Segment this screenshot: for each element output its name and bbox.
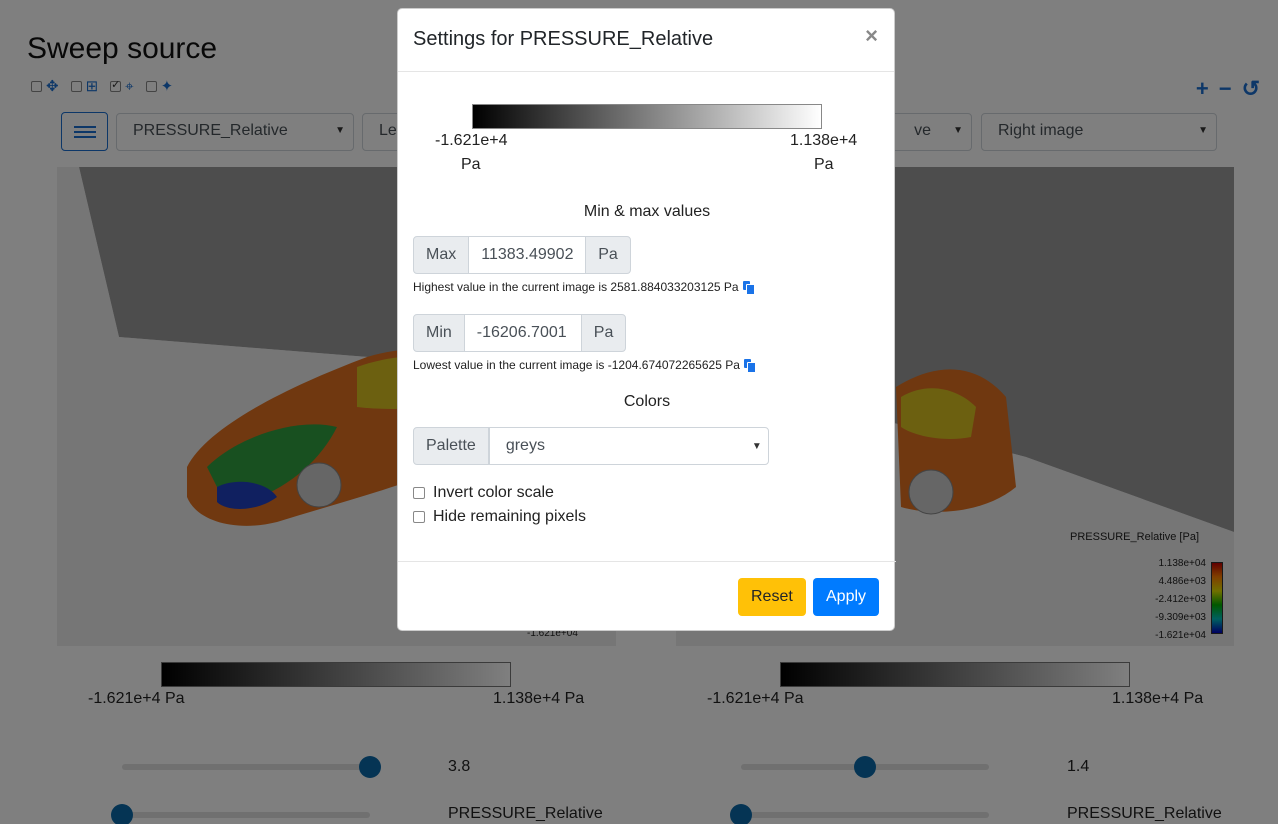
hide-remaining-pixels-label: Hide remaining pixels	[433, 508, 586, 525]
hide-remaining-pixels-checkbox[interactable]	[413, 511, 425, 523]
invert-color-scale-checkbox[interactable]	[413, 487, 425, 499]
modal-title: Settings for PRESSURE_Relative	[413, 28, 714, 50]
hide-remaining-pixels-option[interactable]: Hide remaining pixels	[413, 508, 586, 526]
palette-value: greys	[505, 437, 545, 454]
palette-label: Palette	[413, 427, 489, 465]
scale-min-unit: Pa	[461, 156, 481, 173]
min-input-group: Min -16206.7001 Pa	[413, 314, 627, 352]
max-help-label: Highest value in the current image is 25…	[413, 280, 739, 294]
max-help-text: Highest value in the current image is 25…	[413, 280, 755, 295]
scale-max-label: 1.138e+4	[790, 132, 858, 149]
min-help-label: Lowest value in the current image is -12…	[413, 358, 740, 372]
palette-input-group: Palette greys ▼	[413, 427, 769, 465]
copy-icon[interactable]	[743, 359, 756, 373]
minmax-heading: Min & max values	[583, 203, 711, 220]
colors-heading: Colors	[623, 393, 671, 410]
scale-max-unit: Pa	[814, 156, 834, 173]
reset-button[interactable]: Reset	[738, 578, 806, 616]
min-unit: Pa	[580, 314, 627, 352]
max-label: Max	[413, 236, 470, 274]
apply-button[interactable]: Apply	[813, 578, 880, 616]
min-help-text: Lowest value in the current image is -12…	[413, 358, 756, 373]
palette-preview-strip	[472, 104, 822, 129]
palette-select[interactable]: greys ▼	[488, 427, 769, 465]
modal-body: -1.621e+4 1.138e+4 Pa Pa Min & max value…	[398, 72, 894, 562]
invert-color-scale-label: Invert color scale	[433, 484, 554, 501]
chevron-down-icon: ▼	[751, 441, 762, 452]
min-label: Min	[413, 314, 465, 352]
settings-modal: Settings for PRESSURE_Relative × -1.621e…	[397, 8, 896, 631]
modal-footer: Reset Apply	[398, 561, 896, 631]
min-input[interactable]: -16206.7001	[464, 314, 581, 352]
close-icon[interactable]: ×	[865, 23, 878, 49]
max-input[interactable]: 11383.49902	[469, 236, 586, 274]
max-input-group: Max 11383.49902 Pa	[413, 236, 631, 274]
scale-min-label: -1.621e+4	[435, 132, 508, 149]
max-unit: Pa	[585, 236, 631, 274]
modal-header: Settings for PRESSURE_Relative ×	[398, 9, 894, 72]
copy-icon[interactable]	[742, 281, 755, 295]
invert-color-scale-option[interactable]: Invert color scale	[413, 484, 554, 502]
